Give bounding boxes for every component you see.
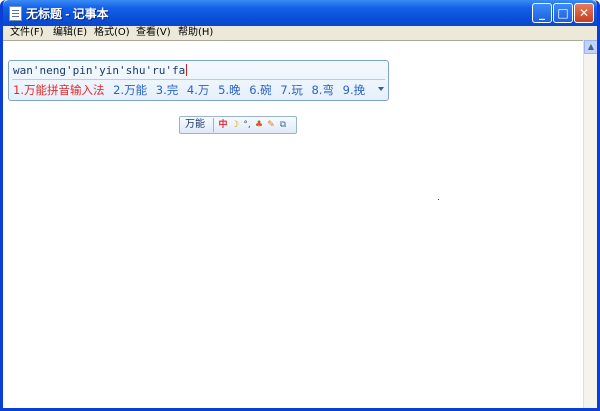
- pinyin-text: wan'neng'pin'yin'shu'ru'fa: [13, 64, 186, 77]
- stray-pixel: [438, 199, 439, 200]
- candidate-list: 1.万能拼音输入法 2.万能 3.完 4.万 5.晚 6.碗 7.玩 8.弯 9…: [13, 82, 370, 98]
- menu-help[interactable]: 帮助(H): [178, 26, 213, 40]
- ime-name[interactable]: 万能: [182, 118, 208, 132]
- chinese-mode-icon[interactable]: 中: [218, 120, 228, 130]
- maximize-button[interactable]: □: [553, 3, 573, 23]
- menu-format[interactable]: 格式(O): [94, 26, 130, 40]
- candidate-1[interactable]: 1.万能拼音输入法: [13, 83, 104, 97]
- scroll-up-icon[interactable]: ▲: [584, 40, 597, 54]
- candidate-9[interactable]: 9.挽: [343, 83, 365, 97]
- soft-keyboard-icon[interactable]: ♣: [254, 120, 264, 130]
- menu-file[interactable]: 文件(F): [10, 26, 44, 40]
- candidate-7[interactable]: 7.玩: [280, 83, 302, 97]
- title-bar[interactable]: 无标题 - 记事本 _ □ ✕: [3, 0, 597, 26]
- vertical-scrollbar[interactable]: ▲: [583, 40, 597, 408]
- candidate-5[interactable]: 5.晚: [218, 83, 240, 97]
- half-width-moon-icon[interactable]: ☽: [230, 120, 240, 130]
- more-candidates-icon[interactable]: [378, 87, 384, 91]
- text-caret: [186, 64, 188, 76]
- menu-icon[interactable]: ⧉: [278, 120, 288, 130]
- ime-candidate-window: wan'neng'pin'yin'shu'ru'fa 1.万能拼音输入法 2.万…: [8, 60, 389, 101]
- punctuation-icon[interactable]: °,: [242, 120, 252, 130]
- ime-divider: [12, 79, 385, 80]
- status-separator: [213, 118, 214, 132]
- tools-icon[interactable]: ✎: [266, 120, 276, 130]
- candidate-8[interactable]: 8.弯: [311, 83, 333, 97]
- candidate-3[interactable]: 3.完: [156, 83, 178, 97]
- candidate-4[interactable]: 4.万: [187, 83, 209, 97]
- notepad-app-icon[interactable]: [9, 6, 22, 21]
- menu-edit[interactable]: 编辑(E): [53, 26, 87, 40]
- window-title: 无标题 - 记事本: [26, 7, 109, 21]
- menu-view[interactable]: 查看(V): [136, 26, 171, 40]
- close-button[interactable]: ✕: [574, 3, 594, 23]
- ime-composition: wan'neng'pin'yin'shu'ru'fa: [13, 64, 188, 77]
- minimize-button[interactable]: _: [532, 3, 552, 23]
- candidate-6[interactable]: 6.碗: [249, 83, 271, 97]
- menu-bar: 文件(F) 编辑(E) 格式(O) 查看(V) 帮助(H): [3, 26, 597, 40]
- ime-status-bar[interactable]: 万能 中 ☽ °, ♣ ✎ ⧉: [179, 116, 297, 134]
- candidate-2[interactable]: 2.万能: [113, 83, 147, 97]
